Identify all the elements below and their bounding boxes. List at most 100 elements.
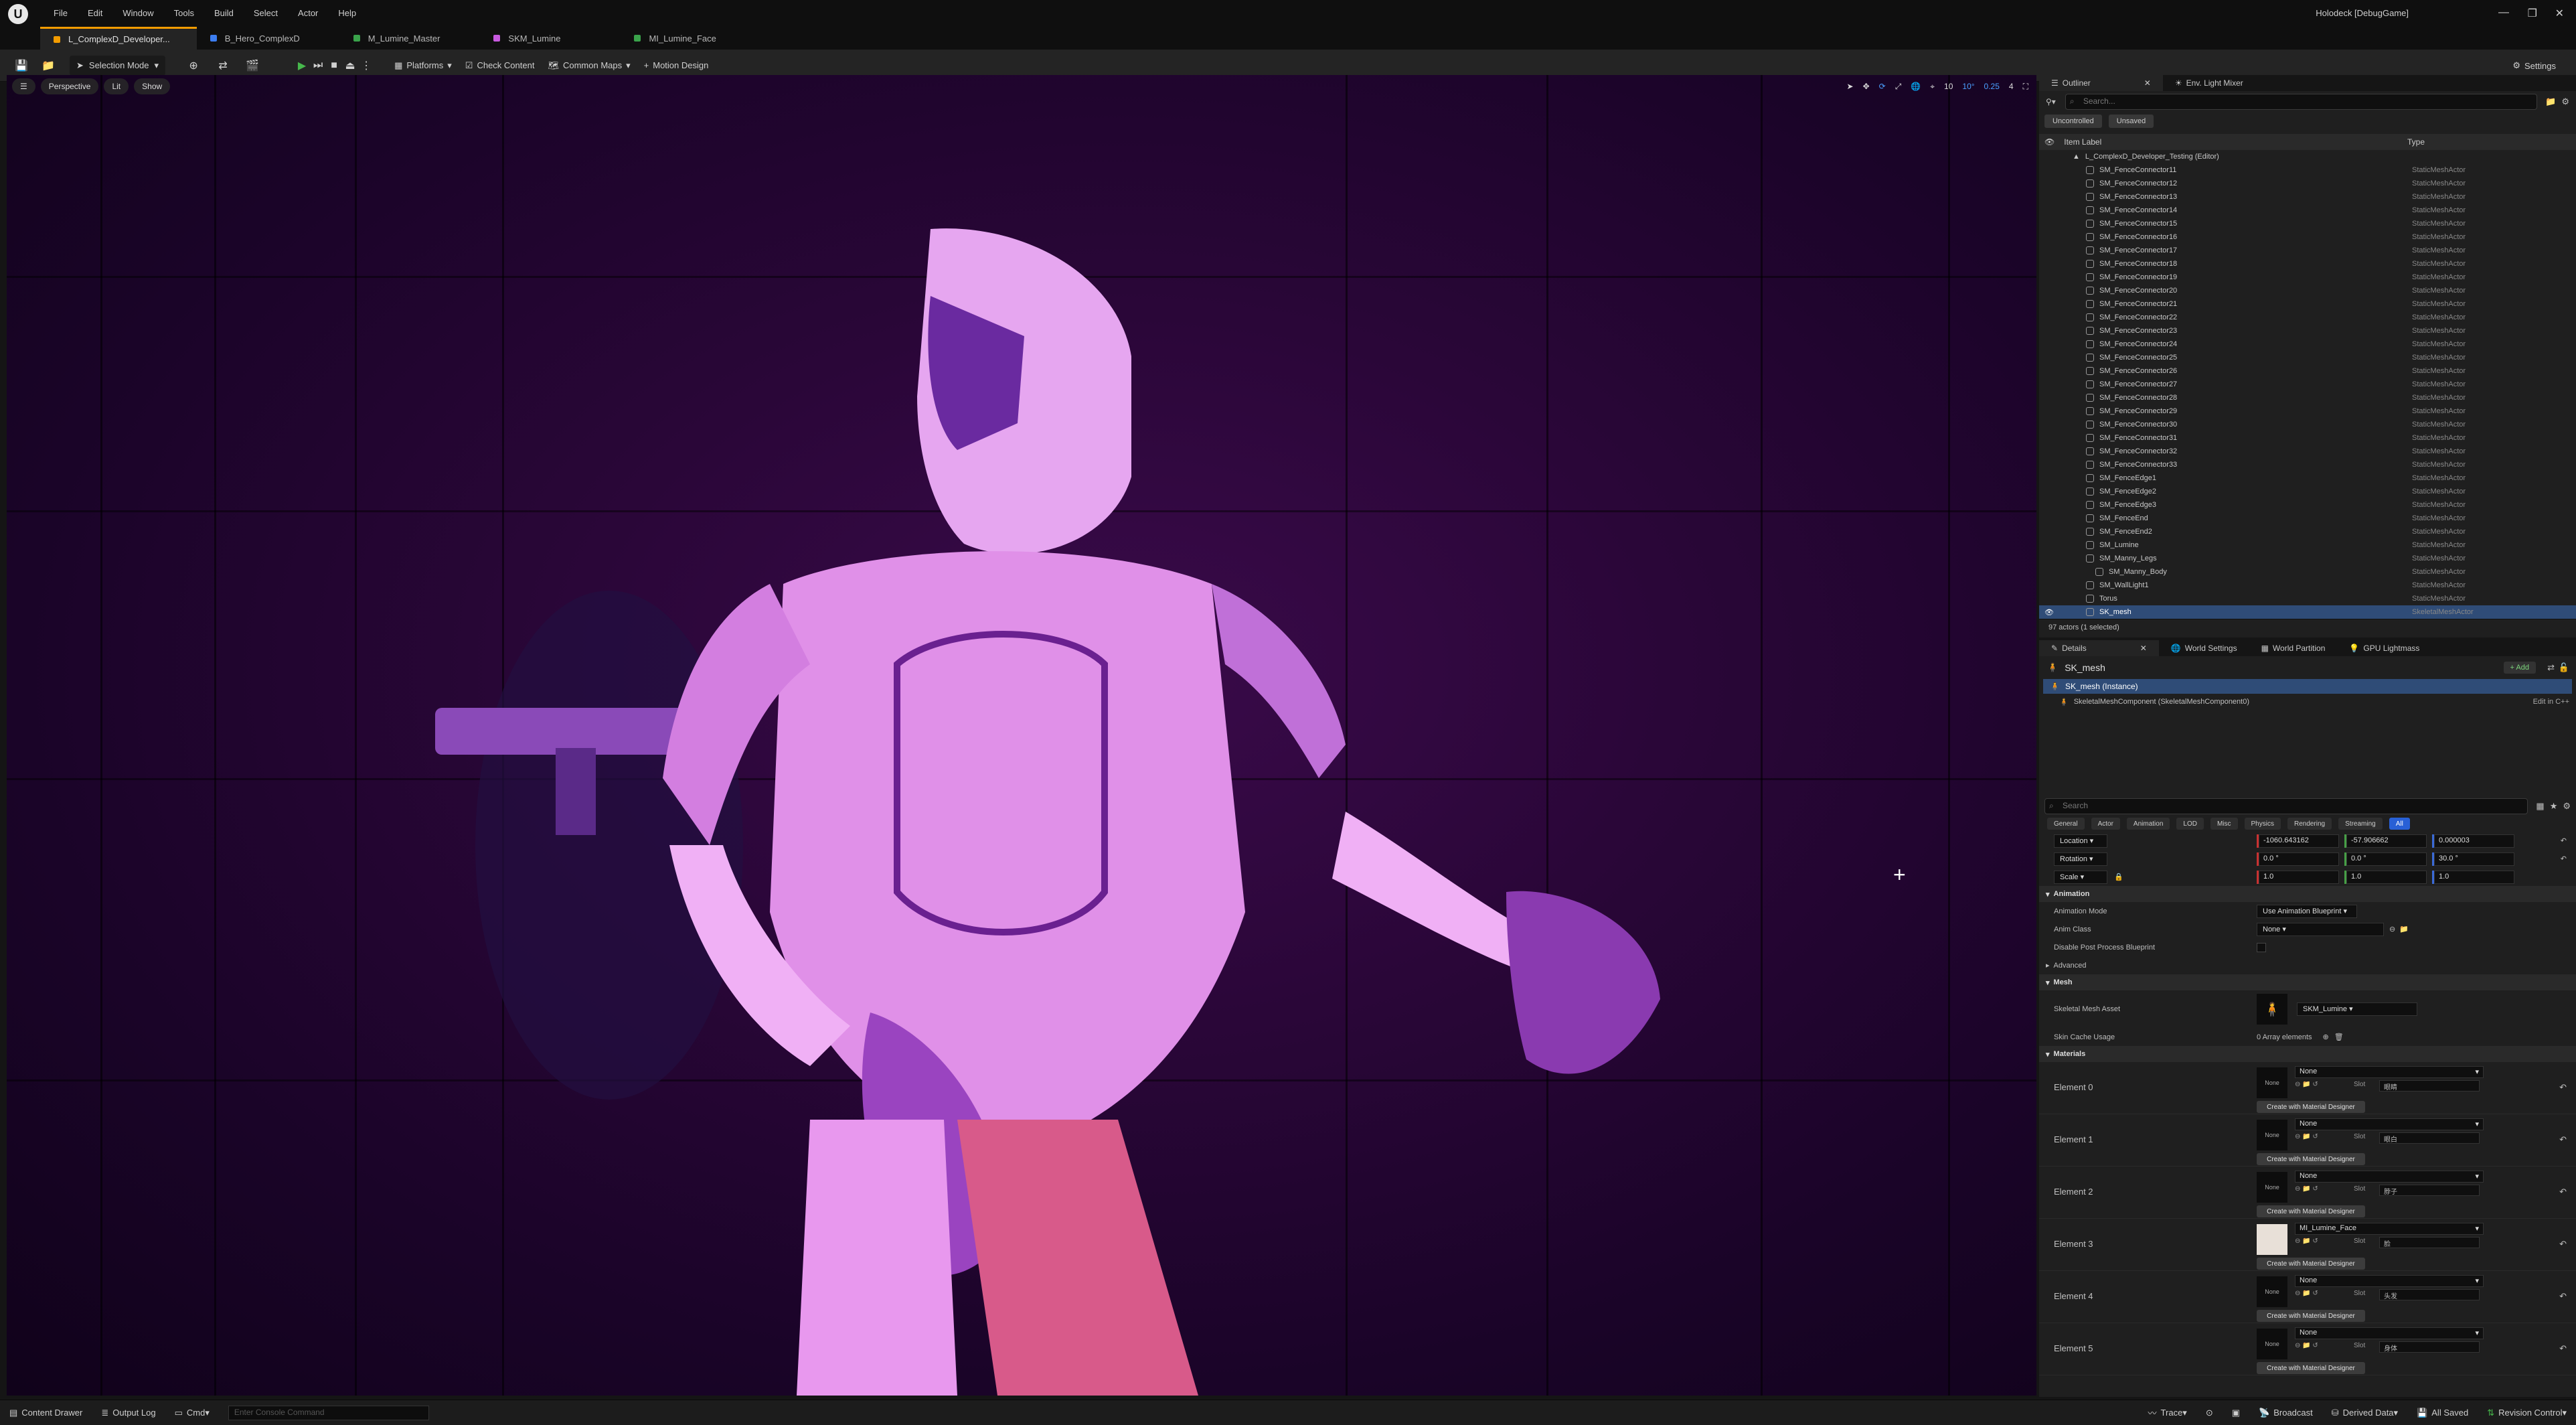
rotation-y-field[interactable]: 0.0 ° [2346,852,2427,866]
uncontrolled-filter[interactable]: Uncontrolled [2044,115,2102,128]
motion-design-button[interactable]: + Motion Design [637,56,716,76]
create-with-material-designer-button[interactable]: Create with Material Designer [2257,1258,2365,1270]
menu-edit[interactable]: Edit [88,8,102,18]
type-header[interactable]: Type [2407,137,2425,147]
close-icon[interactable]: ✕ [2144,78,2151,88]
outliner-row[interactable]: SM_FenceConnector20 StaticMeshActor [2039,284,2576,297]
material-dropdown[interactable]: None ▾ [2295,1275,2484,1287]
browse-icon[interactable]: 📁 [2302,1081,2310,1088]
console-input[interactable]: Enter Console Command [228,1405,429,1420]
create-with-material-designer-button[interactable]: Create with Material Designer [2257,1205,2365,1217]
browse-icon[interactable]: 📁 [2302,1185,2310,1193]
translate-tool-icon[interactable]: ✥ [1863,82,1870,91]
add-element-icon[interactable]: ⊕ [2323,1033,2329,1041]
filter-chip[interactable]: Streaming [2338,818,2383,830]
outliner-row[interactable]: SM_WallLight1 StaticMeshActor [2039,579,2576,592]
close-icon[interactable]: ✕ [2140,644,2147,653]
outliner-row[interactable]: 👁 SK_mesh SkeletalMeshActor [2039,605,2576,619]
location-x-field[interactable]: -1060.643162 [2259,834,2339,848]
filter-chip[interactable]: Misc [2210,818,2238,830]
material-thumbnail[interactable]: None [2257,1172,2287,1203]
filter-icon[interactable]: ⚲▾ [2046,97,2056,106]
add-folder-icon[interactable]: 📁 [2545,96,2556,107]
outliner-row[interactable]: SM_FenceEdge1 StaticMeshActor [2039,471,2576,485]
outliner-row[interactable]: SM_FenceConnector24 StaticMeshActor [2039,338,2576,351]
filter-chip[interactable]: Actor [2091,818,2120,830]
scale-snap-value[interactable]: 0.25 [1984,82,2000,91]
unsaved-filter[interactable]: Unsaved [2108,115,2154,128]
common-maps-button[interactable]: 🗺 Common Maps ▾ [541,56,637,76]
tab-material[interactable]: M_Lumine_Master [327,27,467,50]
scale-x-field[interactable]: 1.0 [2259,870,2339,884]
reset-icon[interactable]: ↺ [2312,1081,2318,1088]
outliner-row[interactable]: SM_FenceConnector15 StaticMeshActor [2039,217,2576,230]
reset-icon[interactable]: ↶ [2561,854,2567,863]
world-space-icon[interactable]: 🌐 [1911,82,1921,91]
tab-details[interactable]: ✎ Details ✕ [2039,640,2159,656]
create-with-material-designer-button[interactable]: Create with Material Designer [2257,1362,2365,1374]
mesh-thumbnail[interactable]: 🧍 [2257,994,2287,1025]
blueprint-menu-icon[interactable]: ⇄ [215,58,231,74]
outliner-row[interactable]: SM_FenceConnector28 StaticMeshActor [2039,391,2576,404]
outliner-row[interactable]: SM_FenceConnector16 StaticMeshActor [2039,230,2576,244]
browse-icon[interactable]: 📁 [2399,925,2409,933]
output-log-button[interactable]: ≣ Output Log [101,1408,155,1418]
outliner-row[interactable]: SM_FenceConnector13 StaticMeshActor [2039,190,2576,204]
lock-icon[interactable]: 🔒 [2114,873,2123,881]
use-selected-icon[interactable]: ⊖ [2295,1342,2300,1349]
visibility-icon[interactable]: 👁 [2044,137,2055,147]
outliner-row[interactable]: SM_Manny_Body StaticMeshActor [2039,565,2576,579]
blueprint-icon[interactable]: ⇄ [2547,662,2555,673]
menu-help[interactable]: Help [338,8,356,18]
derived-data-button[interactable]: ⛁ Derived Data ▾ [2332,1408,2398,1418]
create-with-material-designer-button[interactable]: Create with Material Designer [2257,1101,2365,1113]
slot-name-field[interactable]: 身体 [2379,1341,2480,1353]
add-component-button[interactable]: + Add [2503,662,2536,674]
outliner-row[interactable]: SM_FenceConnector18 StaticMeshActor [2039,257,2576,271]
outliner-row[interactable]: SM_FenceConnector29 StaticMeshActor [2039,404,2576,418]
outliner-row[interactable]: SM_FenceConnector31 StaticMeshActor [2039,431,2576,445]
rotation-dropdown[interactable]: Rotation ▾ [2054,852,2107,866]
reset-icon[interactable]: ↶ [2561,836,2567,845]
materials-section[interactable]: ▾ Materials [2039,1046,2576,1062]
scale-tool-icon[interactable]: ⤢ [1895,82,1902,92]
filter-chip[interactable]: All [2389,818,2410,830]
material-dropdown[interactable]: None ▾ [2295,1118,2484,1130]
outliner-row[interactable]: SM_FenceConnector19 StaticMeshActor [2039,271,2576,284]
use-selected-icon[interactable]: ⊖ [2295,1081,2300,1088]
rotation-z-field[interactable]: 30.0 ° [2434,852,2514,866]
reset-icon[interactable]: ↶ [2559,1343,2567,1354]
menu-file[interactable]: File [54,8,68,18]
advanced-row[interactable]: ▸ Advanced [2039,956,2576,974]
outliner-search-input[interactable]: ⌕ Search... [2065,94,2538,110]
close-icon[interactable]: ✕ [2555,7,2564,20]
perspective-button[interactable]: Perspective [40,78,99,94]
material-thumbnail[interactable]: None [2257,1276,2287,1307]
location-y-field[interactable]: -57.906662 [2346,834,2427,848]
material-dropdown[interactable]: None ▾ [2295,1171,2484,1183]
reset-icon[interactable]: ↺ [2312,1290,2318,1297]
tab-level[interactable]: L_ComplexD_Developer... [40,27,197,50]
menu-select[interactable]: Select [254,8,278,18]
viewport-menu-button[interactable]: ☰ [12,78,35,94]
tab-env-light-mixer[interactable]: ☀ Env. Light Mixer [2163,75,2255,91]
material-dropdown[interactable]: MI_Lumine_Face ▾ [2295,1223,2484,1235]
tab-material-instance[interactable]: MI_Lumine_Face [587,27,742,50]
skeletal-mesh-dropdown[interactable]: SKM_Lumine ▾ [2297,1002,2417,1016]
outliner-row[interactable]: SM_Manny_Legs StaticMeshActor [2039,552,2576,565]
browse-icon[interactable]: 📁 [2302,1133,2310,1140]
scale-y-field[interactable]: 1.0 [2346,870,2427,884]
reset-icon[interactable]: ↺ [2312,1133,2318,1140]
settings-button[interactable]: ⚙ Settings [2506,56,2563,76]
menu-actor[interactable]: Actor [298,8,318,18]
mesh-section[interactable]: ▾ Mesh [2039,974,2576,990]
disable-post-checkbox[interactable] [2257,942,2266,952]
play-options-icon[interactable]: ⋮ [358,58,374,74]
all-saved-button[interactable]: 💾 All Saved [2417,1408,2468,1418]
screenshot-icon[interactable]: ⊙ [2206,1408,2213,1418]
material-thumbnail[interactable]: None [2257,1120,2287,1150]
tab-world-settings[interactable]: 🌐 World Settings [2159,640,2249,656]
use-selected-icon[interactable]: ⊖ [2295,1290,2300,1297]
component-row[interactable]: 🧍 SkeletalMeshComponent (SkeletalMeshCom… [2039,694,2576,710]
create-with-material-designer-button[interactable]: Create with Material Designer [2257,1310,2365,1322]
